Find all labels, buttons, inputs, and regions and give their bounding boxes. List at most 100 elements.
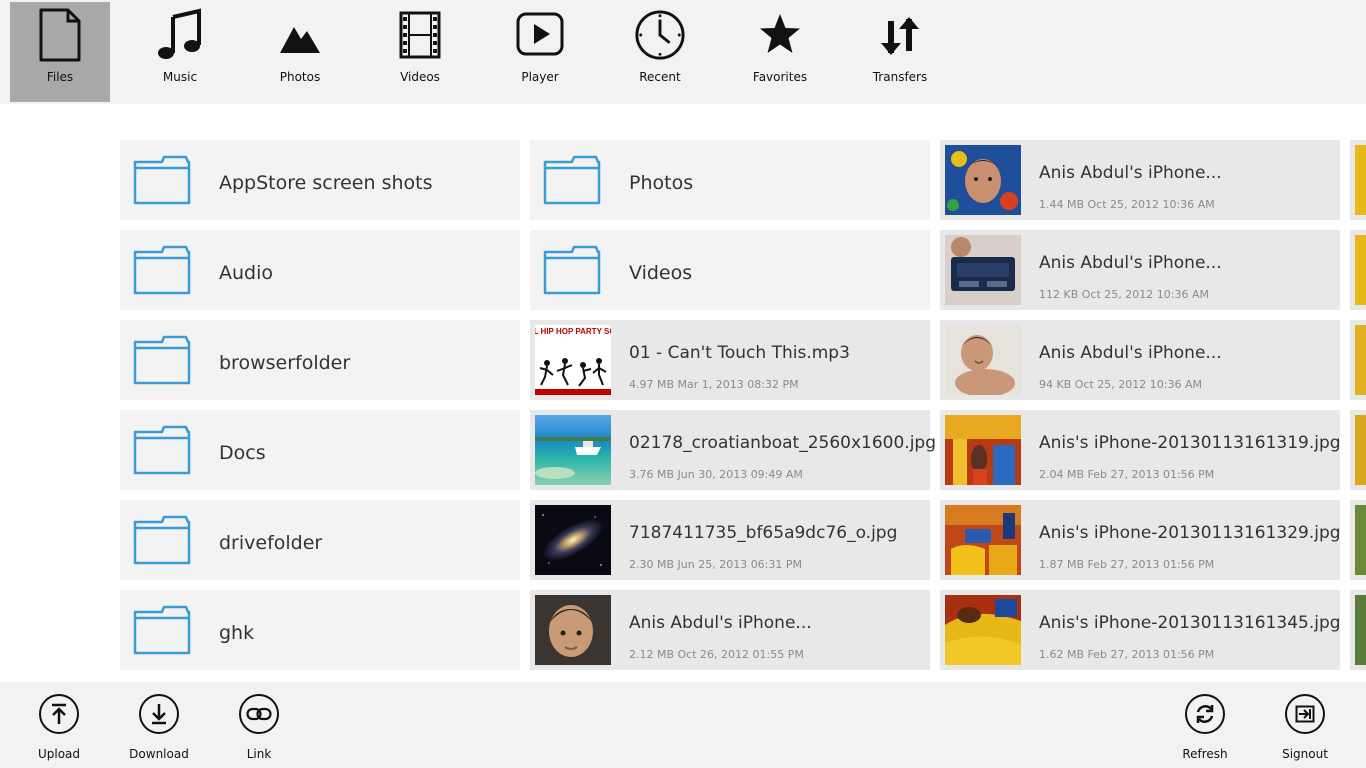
file-meta: 112 KB Oct 25, 2012 10:36 AM (1039, 288, 1209, 301)
folder-tile[interactable]: Audio (120, 230, 520, 310)
transfer-arrows-icon (874, 7, 926, 63)
link-button[interactable]: Link (219, 694, 299, 761)
nav-photos[interactable]: Photos (250, 2, 350, 102)
download-button[interactable]: Download (119, 694, 199, 761)
image-thumbnail (1355, 235, 1366, 305)
folder-tile[interactable]: Videos (530, 230, 930, 310)
image-thumbnail (535, 415, 611, 485)
download-label: Download (129, 747, 189, 761)
image-thumbnail (535, 505, 611, 575)
file-name: Anis's iPhone-20130113161329.jpg (1039, 523, 1341, 543)
file-name: Anis Abdul's iPhone... (1039, 343, 1222, 363)
nav-label: Files (46, 70, 74, 84)
file-tile-partial[interactable] (1350, 410, 1366, 490)
file-grid: AppStore screen shots Audio browserfolde… (0, 104, 1366, 682)
nav-music[interactable]: Music (130, 2, 230, 102)
file-tile[interactable]: 7187411735_bf65a9dc76_o.jpg 2.30 MB Jun … (530, 500, 930, 580)
file-tile[interactable]: Anis's iPhone-20130113161329.jpg 1.87 MB… (940, 500, 1341, 580)
file-name: 02178_croatianboat_2560x1600.jpg (629, 433, 937, 453)
file-meta: 2.04 MB Feb 27, 2013 01:56 PM (1039, 468, 1215, 481)
folder-icon (133, 155, 191, 205)
image-thumbnail (535, 595, 611, 665)
file-tile[interactable]: Anis's iPhone-20130113161319.jpg 2.04 MB… (940, 410, 1341, 490)
file-tile-partial[interactable] (1350, 590, 1366, 670)
nav-files[interactable]: Files (10, 2, 110, 102)
file-tile[interactable]: Anis's iPhone-20130113161345.jpg 1.62 MB… (940, 590, 1341, 670)
music-note-icon (154, 7, 206, 63)
file-meta: 94 KB Oct 25, 2012 10:36 AM (1039, 378, 1202, 391)
signout-button[interactable]: Signout (1265, 694, 1345, 761)
file-tile[interactable]: Anis Abdul's iPhone... 2.12 MB Oct 26, 2… (530, 590, 930, 670)
folder-name: drivefolder (219, 532, 323, 554)
refresh-button[interactable]: Refresh (1165, 694, 1245, 761)
album-art-thumbnail: OLD SCHOOL HIP HOP PARTY SOUNDTRACK (535, 325, 611, 395)
folder-name: browserfolder (219, 352, 351, 374)
file-name: Anis Abdul's iPhone... (1039, 253, 1222, 273)
file-name: 01 - Can't Touch This.mp3 (629, 343, 850, 363)
upload-label: Upload (37, 747, 81, 761)
folder-icon (543, 245, 601, 295)
file-name: 7187411735_bf65a9dc76_o.jpg (629, 523, 898, 543)
image-thumbnail (1355, 595, 1366, 665)
file-name: Anis's iPhone-20130113161319.jpg (1039, 433, 1341, 453)
upload-icon (39, 694, 79, 734)
file-tile[interactable]: Anis Abdul's iPhone... 94 KB Oct 25, 201… (940, 320, 1340, 400)
file-tile-partial[interactable] (1350, 140, 1366, 220)
download-icon (139, 694, 179, 734)
folder-icon (133, 245, 191, 295)
nav-videos[interactable]: Videos (370, 2, 470, 102)
image-thumbnail (945, 145, 1021, 215)
nav-transfers[interactable]: Transfers (850, 2, 950, 102)
image-thumbnail (1355, 505, 1366, 575)
folder-tile[interactable]: AppStore screen shots (120, 140, 520, 220)
folder-tile[interactable]: browserfolder (120, 320, 520, 400)
signout-icon (1285, 694, 1325, 734)
image-thumbnail (945, 595, 1021, 665)
folder-icon (133, 335, 191, 385)
folder-tile[interactable]: Docs (120, 410, 520, 490)
image-thumbnail (1355, 325, 1366, 395)
svg-text:OLD SCHOOL HIP HOP PARTY SOUND: OLD SCHOOL HIP HOP PARTY SOUNDTRACK (535, 327, 611, 336)
nav-label: Music (162, 70, 198, 84)
bottom-app-bar: Upload Download Link Refresh Signout (0, 682, 1366, 768)
nav-player[interactable]: Player (490, 2, 590, 102)
file-tile-partial[interactable] (1350, 320, 1366, 400)
folder-icon (543, 155, 601, 205)
file-tile-partial[interactable] (1350, 500, 1366, 580)
nav-favorites[interactable]: Favorites (730, 2, 830, 102)
play-icon (514, 7, 566, 63)
file-tile[interactable]: Anis Abdul's iPhone... 1.44 MB Oct 25, 2… (940, 140, 1340, 220)
file-meta: 2.30 MB Jun 25, 2013 06:31 PM (629, 558, 803, 571)
file-tile[interactable]: 02178_croatianboat_2560x1600.jpg 3.76 MB… (530, 410, 936, 490)
nav-label: Player (521, 70, 559, 84)
folder-name: Audio (219, 262, 274, 284)
nav-label: Favorites (752, 70, 808, 84)
file-tile[interactable]: OLD SCHOOL HIP HOP PARTY SOUNDTRACK 01 -… (530, 320, 930, 400)
film-strip-icon (394, 7, 446, 63)
signout-label: Signout (1282, 747, 1328, 761)
image-thumbnail (945, 325, 1021, 395)
file-tile-partial[interactable] (1350, 230, 1366, 310)
nav-label: Photos (279, 70, 321, 84)
nav-label: Videos (400, 70, 440, 84)
folder-icon (133, 605, 191, 655)
upload-button[interactable]: Upload (19, 694, 99, 761)
folder-name: ghk (219, 622, 255, 644)
link-label: Link (246, 747, 272, 761)
file-meta: 1.87 MB Feb 27, 2013 01:56 PM (1039, 558, 1215, 571)
file-tile[interactable]: Anis Abdul's iPhone... 112 KB Oct 25, 20… (940, 230, 1340, 310)
folder-tile[interactable]: drivefolder (120, 500, 520, 580)
file-name: Anis's iPhone-20130113161345.jpg (1039, 613, 1341, 633)
clock-icon (634, 7, 686, 63)
link-icon (239, 694, 279, 734)
folder-tile[interactable]: Photos (530, 140, 930, 220)
file-meta: 3.76 MB Jun 30, 2013 09:49 AM (629, 468, 803, 481)
folder-name: Videos (629, 262, 693, 284)
nav-recent[interactable]: Recent (610, 2, 710, 102)
file-icon (34, 7, 86, 63)
folder-tile[interactable]: ghk (120, 590, 520, 670)
file-name: Anis Abdul's iPhone... (629, 613, 812, 633)
refresh-label: Refresh (1182, 747, 1228, 761)
refresh-icon (1185, 694, 1225, 734)
file-meta: 4.97 MB Mar 1, 2013 08:32 PM (629, 378, 799, 391)
